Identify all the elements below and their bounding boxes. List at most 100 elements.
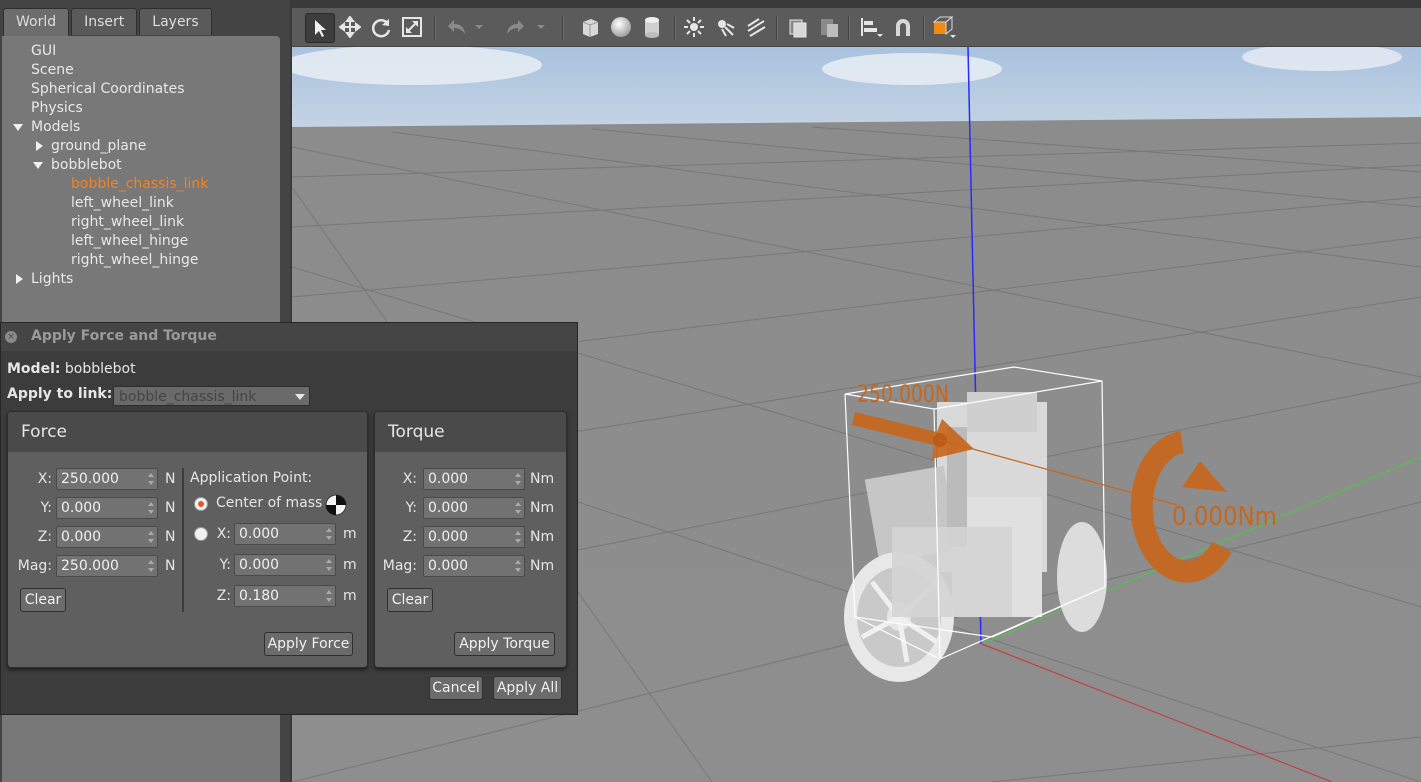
paste-button[interactable] [815,13,843,41]
undo-button[interactable] [442,13,470,41]
point-light-icon [684,17,704,37]
spin-down-icon[interactable] [515,568,521,572]
tree-item[interactable]: ground_plane [51,137,146,156]
application-point-component-spinbox[interactable]: 0.180 [234,585,336,607]
cancel-button[interactable]: Cancel [429,676,483,700]
torque-component-spinbox[interactable]: 0.000 [423,468,525,490]
copy-button[interactable] [784,13,812,41]
spin-down-icon[interactable] [515,510,521,514]
torque-component-value: 0.000 [428,529,469,545]
align-button[interactable] [857,13,885,41]
spin-down-icon[interactable] [326,598,332,602]
spin-down-icon[interactable] [148,510,154,514]
tree-item[interactable]: bobblebot [51,156,122,175]
spin-down-icon[interactable] [148,568,154,572]
application-point-component-value: 0.000 [239,526,280,542]
tree-item[interactable]: left_wheel_hinge [71,232,188,251]
apply-link-select[interactable]: bobble_chassis_link [113,386,310,406]
spin-up-icon[interactable] [515,473,521,477]
spin-up-icon[interactable] [326,590,332,594]
tab-insert[interactable]: Insert [71,8,138,35]
force-component-spinbox[interactable]: 0.000 [56,497,158,519]
box-icon [582,19,599,37]
tree-item[interactable]: Physics [31,99,83,118]
spin-up-icon[interactable] [148,473,154,477]
spin-down-icon[interactable] [515,539,521,543]
redo-button[interactable] [502,13,530,41]
insert-sphere-button[interactable] [607,13,635,41]
view-angle-button[interactable] [930,13,958,41]
snap-button[interactable] [889,13,917,41]
collapse-arrow-icon[interactable] [36,141,43,151]
torque-component-unit: Nm [530,558,555,574]
tree-item[interactable]: right_wheel_hinge [71,251,198,270]
spin-down-icon[interactable] [148,539,154,543]
application-point-component-spinbox[interactable]: 0.000 [234,554,336,576]
insert-cylinder-button[interactable] [638,13,666,41]
undo-history-dropdown[interactable] [472,13,486,41]
torque-component-spinbox[interactable]: 0.000 [423,497,525,519]
force-component-spinbox[interactable]: 250.000 [56,555,158,577]
spin-up-icon[interactable] [148,560,154,564]
tree-item[interactable]: bobble_chassis_link [71,175,208,194]
spin-up-icon[interactable] [148,502,154,506]
dialog-title: Apply Force and Torque [31,328,217,344]
expand-arrow-icon[interactable] [33,162,43,169]
spin-down-icon[interactable] [148,481,154,485]
insert-point-light-button[interactable] [680,13,708,41]
apply-force-button[interactable]: Apply Force [264,632,353,656]
close-icon[interactable]: × [5,331,17,343]
custom-point-radio[interactable] [194,527,208,541]
spin-up-icon[interactable] [515,502,521,506]
torque-component-spinbox[interactable]: 0.000 [423,555,525,577]
force-component-label: Mag: [17,558,52,574]
tree-item[interactable]: Models [31,118,80,137]
spin-down-icon[interactable] [326,536,332,540]
spin-up-icon[interactable] [326,559,332,563]
insert-directional-light-button[interactable] [742,13,770,41]
translate-icon [339,16,361,38]
apply-torque-button[interactable]: Apply Torque [454,632,555,656]
tree-item[interactable]: GUI [31,42,56,61]
force-component-spinbox[interactable]: 0.000 [56,526,158,548]
torque-component-unit: Nm [530,529,555,545]
tree-item[interactable]: right_wheel_link [71,213,184,232]
center-of-mass-label: Center of mass [216,495,323,511]
application-point-component-spinbox[interactable]: 0.000 [234,523,336,545]
toolbar [292,8,1421,47]
tree-item[interactable]: left_wheel_link [71,194,174,213]
clear-force-button[interactable]: Clear [20,588,66,612]
spin-down-icon[interactable] [326,567,332,571]
spin-down-icon[interactable] [515,481,521,485]
redo-history-dropdown[interactable] [534,13,548,41]
tree-item[interactable]: Lights [31,270,73,289]
translate-mode-button[interactable] [336,13,364,41]
select-mode-button[interactable] [305,13,335,43]
apply-link-value: bobble_chassis_link [119,389,257,405]
force-group: Force X: 250.000 N Y: 0.000 N Z: 0.000 N Mag: 250.… [7,411,368,668]
clear-torque-button[interactable]: Clear [387,588,433,612]
snap-icon [896,19,910,36]
spin-up-icon[interactable] [515,560,521,564]
tab-world[interactable]: World [3,8,70,37]
rotate-mode-button[interactable] [367,13,395,41]
application-point-component-label: Z: [216,588,231,604]
spin-up-icon[interactable] [148,531,154,535]
application-point-component-unit: m [343,588,357,604]
spin-up-icon[interactable] [326,528,332,532]
force-component-label: X: [37,471,52,487]
torque-component-spinbox[interactable]: 0.000 [423,526,525,548]
apply-all-button[interactable]: Apply All [493,676,562,700]
tree-item[interactable]: Scene [31,61,74,80]
tree-item[interactable]: Spherical Coordinates [31,80,185,99]
scale-mode-button[interactable] [398,13,426,41]
paste-icon [821,19,838,37]
insert-box-button[interactable] [576,13,604,41]
insert-spot-light-button[interactable] [711,13,739,41]
force-component-spinbox[interactable]: 250.000 [56,468,158,490]
collapse-arrow-icon[interactable] [16,274,23,284]
center-of-mass-radio[interactable] [194,497,208,511]
spin-up-icon[interactable] [515,531,521,535]
tab-layers[interactable]: Layers [139,8,212,35]
expand-arrow-icon[interactable] [13,124,23,131]
